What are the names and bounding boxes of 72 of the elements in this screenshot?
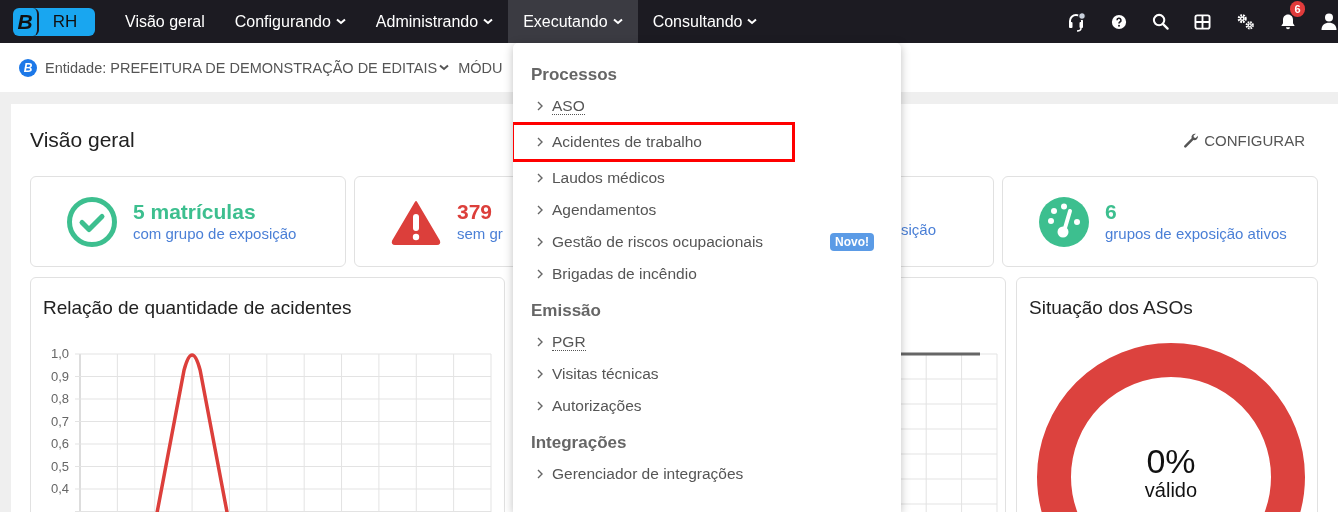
chevron-right-icon (537, 205, 543, 215)
y-axis-label: 1,0 (50, 346, 69, 361)
chevron-right-icon (537, 337, 543, 347)
stat-value: 5 matrículas (133, 199, 257, 224)
help-icon[interactable] (1111, 13, 1127, 30)
y-axis-label: 0,8 (50, 391, 69, 406)
entity-icon: B (19, 58, 37, 77)
menu-section-heading: Processos (530, 64, 618, 86)
chevron-down-icon (612, 18, 623, 25)
grid-icon[interactable] (1194, 13, 1211, 30)
notification-badge: 6 (1290, 1, 1305, 17)
settings-icon[interactable] (1236, 13, 1255, 30)
search-icon[interactable] (1152, 13, 1169, 30)
stat-label[interactable]: sição (900, 219, 936, 240)
check-circle-icon (67, 196, 117, 247)
page-title: Visão geral (30, 128, 135, 152)
menu-item[interactable]: Agendamentos (513, 194, 901, 226)
notification-bell-icon[interactable] (1280, 13, 1296, 30)
stat-label[interactable]: com grupo de exposição (133, 224, 297, 244)
app-logo[interactable]: B RH (13, 7, 95, 36)
warning-icon (391, 198, 441, 245)
configure-button[interactable]: CONFIGURAR (1183, 131, 1305, 149)
headset-icon[interactable] (1067, 11, 1086, 32)
chevron-right-icon (537, 269, 543, 279)
donut-caption: válido (1144, 479, 1198, 501)
nav-menu-item[interactable]: Consultando (637, 0, 773, 43)
app-name: RH (51, 11, 79, 32)
stat-label[interactable]: sem gr (457, 224, 503, 244)
chart-title: Situação dos ASOs (1029, 296, 1194, 320)
module-label[interactable]: MÓDU (458, 59, 503, 76)
menu-item[interactable]: ASO (513, 90, 901, 122)
nav-menu-item[interactable]: Administrando (360, 0, 509, 43)
y-axis-label: 0,9 (50, 368, 69, 384)
chevron-right-icon (537, 237, 543, 247)
menu-item[interactable]: Gestão de riscos ocupacionais Novo! (513, 226, 901, 258)
chevron-right-icon (537, 469, 543, 479)
nav-menu-item[interactable]: Configurando (219, 0, 361, 43)
y-axis-label: 0,6 (50, 436, 69, 451)
y-axis-label: 0,7 (50, 413, 69, 429)
entity-dropdown[interactable]: Entidade: PREFEITURA DE DEMONSTRAÇÃO DE EDITAIS (45, 59, 450, 76)
chevron-down-icon (483, 18, 494, 25)
chevron-right-icon (537, 369, 543, 379)
donut-percent: 0% (1146, 442, 1196, 480)
menu-item[interactable]: PGR (513, 326, 901, 358)
y-axis-label: 0,4 (50, 481, 69, 496)
stat-value: 6 (1105, 199, 1118, 224)
menu-section-heading: Emissão (530, 300, 602, 322)
chevron-right-icon (537, 101, 543, 111)
chevron-down-icon (439, 64, 450, 71)
chevron-right-icon (537, 173, 543, 183)
logo-letter: B (13, 7, 39, 36)
menu-item[interactable]: Laudos médicos (513, 162, 901, 194)
chevron-right-icon (537, 137, 543, 147)
menu-item[interactable]: Autorizações (513, 390, 901, 422)
wrench-icon (1183, 131, 1200, 149)
new-badge: Novo! (830, 233, 874, 251)
chevron-down-icon (335, 18, 346, 25)
menu-item[interactable]: Gerenciador de integrações (513, 458, 901, 490)
chevron-right-icon (537, 401, 543, 411)
menu-section-heading: Integrações (530, 432, 628, 454)
nav-menu-item[interactable]: Visão geral (110, 0, 220, 43)
y-axis-label: 0,5 (50, 458, 69, 474)
user-icon[interactable] (1321, 13, 1337, 30)
stat-label[interactable]: grupos de exposição ativos (1105, 224, 1287, 244)
stat-value: 379 (457, 199, 494, 224)
chevron-down-icon (747, 18, 758, 25)
menu-item[interactable]: Brigadas de incêndio (513, 258, 901, 290)
menu-item[interactable]: Visitas técnicas (513, 358, 901, 390)
chart-title: Relação de quantidade de acidentes (43, 296, 353, 320)
nav-menu-item[interactable]: Executando (508, 0, 638, 43)
menu-item[interactable]: Acidentes de trabalho (513, 122, 795, 162)
gauge-icon (1039, 196, 1089, 247)
